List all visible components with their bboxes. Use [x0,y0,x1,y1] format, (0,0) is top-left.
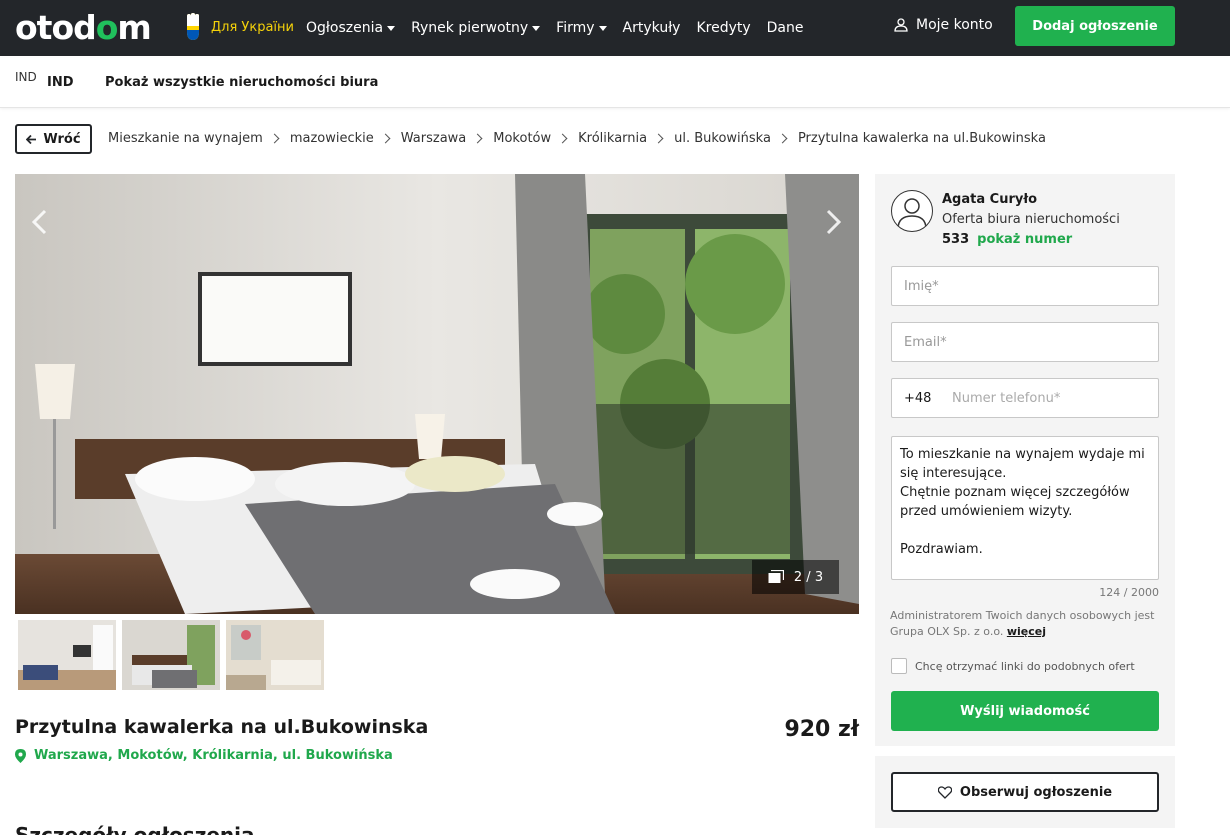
nav-dane[interactable]: Dane [767,20,804,36]
chevron-down-icon [387,25,396,31]
send-message-button[interactable]: Wyślij wiadomość [891,691,1159,731]
phone-field[interactable]: +48 Numer telefonu* [891,378,1159,418]
agent-name: Agata Curyło [942,192,1038,207]
chevron-right-icon [557,133,568,144]
breadcrumb-item[interactable]: Mokotów [493,131,551,146]
agent-type: Oferta biura nieruchomości [942,212,1120,227]
details-section-title: Szczegóły ogłoszenia [15,823,255,835]
thumbnail-1[interactable] [18,620,116,690]
my-account-link[interactable]: Moje konto [894,17,993,33]
add-listing-button[interactable]: Dodaj ogłoszenie [1015,6,1175,46]
ukraine-link[interactable]: Для України [183,12,294,42]
breadcrumb-item[interactable]: mazowieckie [290,131,374,146]
agency-bar: IND IND Pokaż wszystkie nieruchomości bi… [0,58,1230,108]
map-pin-icon [15,748,26,763]
gdpr-notice: Administratorem Twoich danych osobowych … [890,609,1155,638]
bathroom-thumb [226,620,324,690]
agency-logo[interactable]: IND [15,70,37,84]
breadcrumb-item[interactable]: Mieszkanie na wynajem [108,131,263,146]
agent-phone: 533 pokaż numer [942,232,1072,247]
breadcrumb: Mieszkanie na wynajem mazowieckie Warsza… [108,131,1046,146]
message-textarea[interactable]: To mieszkanie na wynajem wydaje mi się i… [891,436,1159,580]
top-navigation: otodom Для України Ogłoszenia Rynek pier… [0,0,1230,56]
breadcrumb-current: Przytulna kawalerka na ul.Bukowinska [797,131,1046,146]
listing-location[interactable]: Warszawa, Mokotów, Królikarnia, ul. Buko… [15,748,393,763]
breadcrumb-item[interactable]: Królikarnia [578,131,647,146]
listing-title: Przytulna kawalerka na ul.Bukowinska [15,716,429,738]
gdpr-more-link[interactable]: więcej [1007,625,1046,638]
contact-panel: Agata Curyło Oferta biura nieruchomości … [875,174,1175,746]
show-number-link[interactable]: pokaż numer [977,232,1072,247]
thumbnail-2[interactable] [122,620,220,690]
avatar [891,190,933,232]
similar-offers-label[interactable]: Chcę otrzymać linki do podobnych ofert [915,660,1135,673]
agency-name[interactable]: IND [47,75,74,90]
watch-panel: Obserwuj ogłoszenie [875,756,1175,828]
main-nav: Ogłoszenia Rynek pierwotny Firmy Artykuł… [306,0,820,56]
message-char-counter: 124 / 2000 [1099,586,1159,599]
chevron-right-icon [380,133,391,144]
ukraine-label: Для України [211,19,294,35]
heart-icon [937,785,952,799]
chevron-right-icon [777,133,788,144]
phone-placeholder: Numer telefonu* [952,390,1061,406]
thumbnail-3[interactable] [226,620,324,690]
photos-icon [768,570,784,583]
back-button[interactable]: Wróć [15,124,92,154]
name-placeholder: Imię* [904,278,939,294]
bedroom-photo [15,174,859,614]
similar-offers-checkbox[interactable] [891,658,907,674]
phone-prefix[interactable]: +48 [892,391,940,406]
photo-counter[interactable]: 2 / 3 [752,560,839,594]
main-photo[interactable] [15,174,859,614]
gallery-next-arrow[interactable] [821,207,845,237]
chevron-right-icon [653,133,664,144]
breadcrumb-item[interactable]: Warszawa [401,131,467,146]
nav-ogloszenia[interactable]: Ogłoszenia [306,20,396,36]
chevron-down-icon [598,25,607,31]
watch-listing-button[interactable]: Obserwuj ogłoszenie [891,772,1159,812]
ukraine-hand-icon [187,13,199,40]
similar-offers-row: Chcę otrzymać linki do podobnych ofert [891,658,1135,674]
user-avatar-icon [897,198,927,230]
email-placeholder: Email* [904,334,947,350]
chevron-down-icon [532,25,541,31]
thumbnail-strip [18,620,324,690]
name-field[interactable]: Imię* [891,266,1159,306]
agent-phone-partial: 533 [942,232,970,247]
nav-rynek-pierwotny[interactable]: Rynek pierwotny [411,20,541,36]
breadcrumb-item[interactable]: ul. Bukowińska [674,131,771,146]
nav-kredyty[interactable]: Kredyty [696,20,750,36]
bedroom-thumb [122,620,220,690]
otodom-logo[interactable]: otodom [15,7,152,47]
gallery-prev-arrow[interactable] [28,207,52,237]
logo-wordmark: otodom [15,7,152,47]
arrow-left-icon [26,134,37,144]
nav-artykuly[interactable]: Artykuły [623,20,681,36]
nav-firmy[interactable]: Firmy [556,20,607,36]
livingroom-thumb [18,620,116,690]
listing-price: 920 zł [784,717,859,742]
email-field[interactable]: Email* [891,322,1159,362]
chevron-right-icon [269,133,280,144]
agency-all-listings-link[interactable]: Pokaż wszystkie nieruchomości biura [105,75,378,90]
chevron-right-icon [472,133,483,144]
user-icon [894,18,908,32]
